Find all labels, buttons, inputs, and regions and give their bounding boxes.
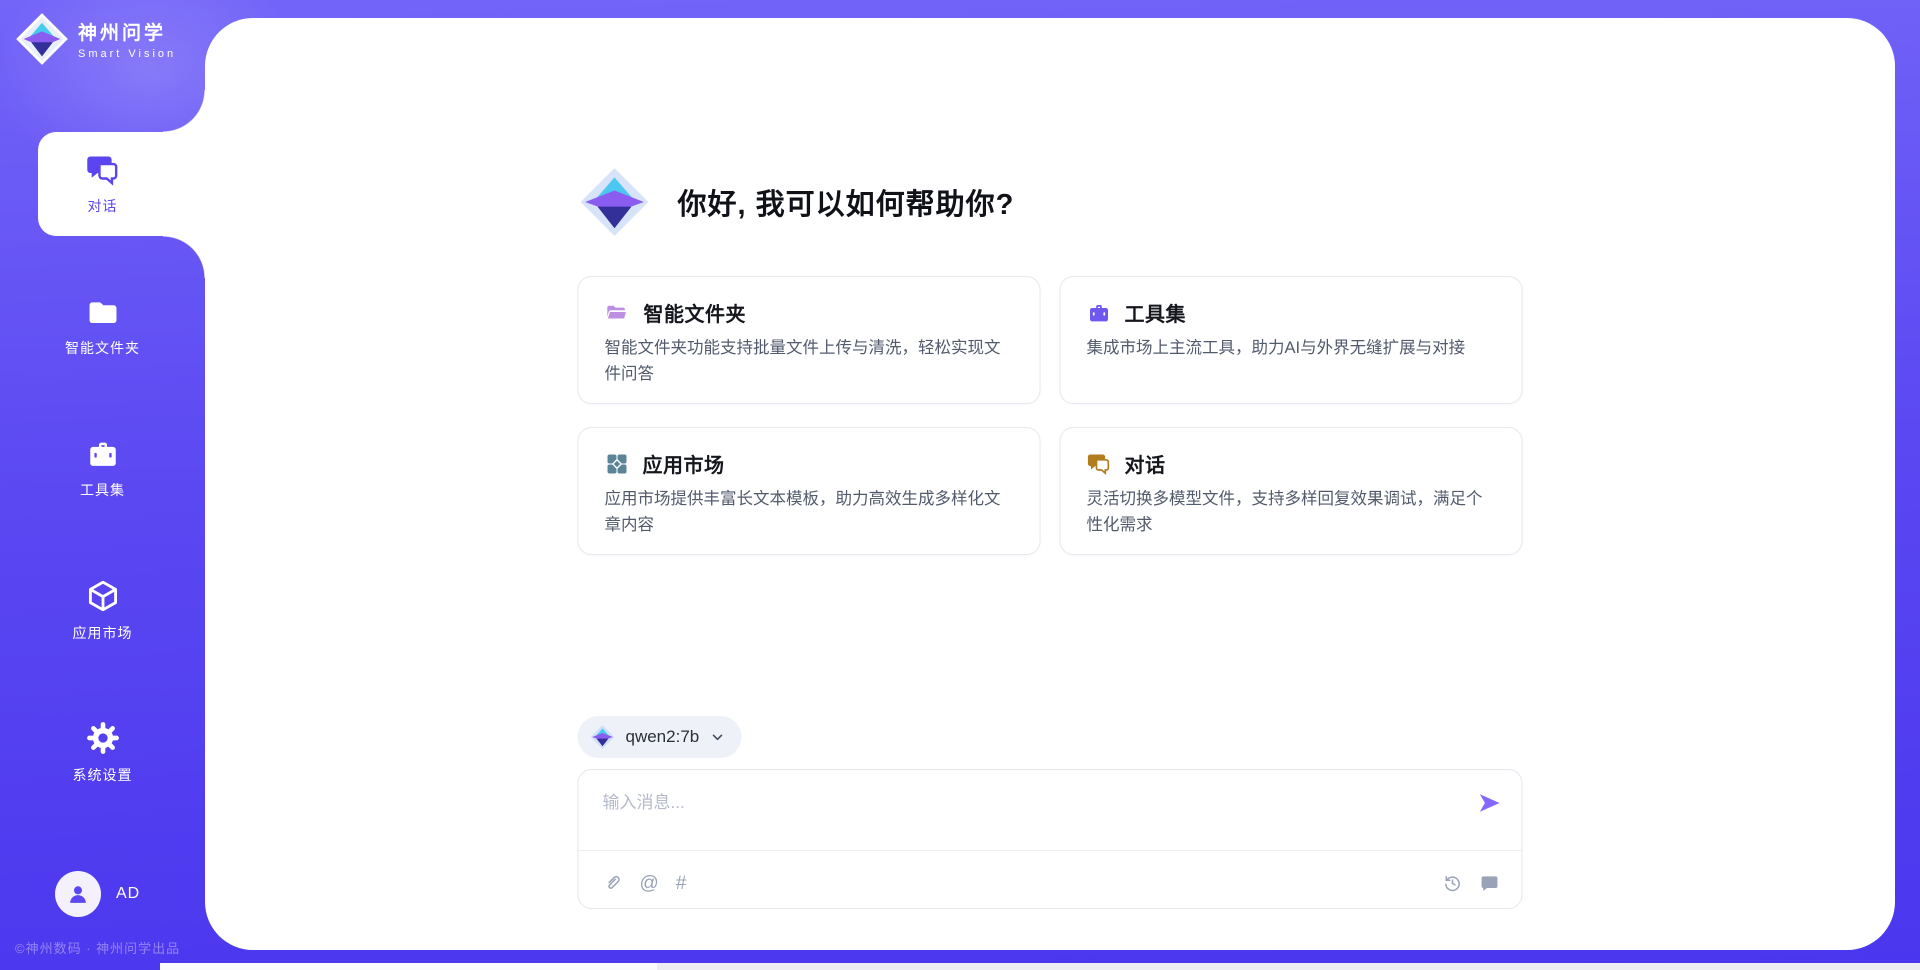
sidebar-item-label: 对话 [88, 196, 118, 216]
gear-icon [85, 720, 121, 756]
greeting-text: 你好, 我可以如何帮助你? [678, 181, 1015, 223]
user-initials: AD [116, 885, 140, 903]
chevron-down-icon [709, 729, 725, 745]
card-title: 工具集 [1125, 298, 1187, 327]
model-selector[interactable]: qwen2:7b [578, 716, 742, 758]
brand-subtitle: Smart Vision [78, 48, 176, 60]
brand-logo-icon [16, 13, 68, 65]
card-title: 应用市场 [643, 449, 725, 478]
brand-name: 神州问学 [78, 18, 176, 45]
composer-toolbar: @ # [603, 873, 1500, 893]
user-profile[interactable]: AD [55, 871, 140, 917]
sidebar-item-label: 工具集 [80, 480, 125, 500]
copyright-footer: ©神州数码 · 神州问学出品 [15, 938, 180, 957]
card-toolset[interactable]: 工具集 集成市场上主流工具，助力AI与外界无缝扩展与对接 [1060, 276, 1523, 404]
sidebar-item-smart-folder[interactable]: 智能文件夹 [0, 274, 205, 378]
cube-grid-icon [605, 452, 630, 476]
sidebar-item-label: 系统设置 [73, 765, 133, 785]
sidebar-nav: 对话 智能文件夹 工具集 应用市场 [0, 132, 205, 842]
mention-button[interactable]: @ [640, 874, 659, 893]
history-button[interactable] [1443, 873, 1463, 893]
sidebar-item-chat[interactable]: 对话 [0, 132, 205, 236]
sidebar-item-label: 智能文件夹 [65, 338, 140, 358]
history-icon [1443, 873, 1463, 893]
card-chat[interactable]: 对话 灵活切换多模型文件，支持多样回复效果调试，满足个性化需求 [1060, 427, 1523, 555]
hashtag-button[interactable]: # [676, 874, 687, 893]
sidebar-item-settings[interactable]: 系统设置 [0, 700, 205, 804]
chat-icon [86, 153, 120, 187]
folder-icon [85, 295, 121, 329]
greeting: 你好, 我可以如何帮助你? [578, 165, 1015, 239]
card-title: 智能文件夹 [644, 298, 747, 327]
card-app-market[interactable]: 应用市场 应用市场提供丰富长文本模板，助力高效生成多样化文章内容 [578, 427, 1041, 555]
composer-divider [579, 850, 1522, 851]
send-button[interactable] [1478, 792, 1502, 817]
main-panel: 你好, 我可以如何帮助你? 智能文件夹 智能文件夹功能支持批量文件上传与清洗，轻… [205, 18, 1895, 950]
model-name: qwen2:7b [626, 727, 700, 747]
card-description: 集成市场上主流工具，助力AI与外界无缝扩展与对接 [1087, 336, 1496, 362]
attach-file-button[interactable] [603, 873, 623, 893]
message-input[interactable] [603, 788, 1443, 846]
avatar [55, 871, 101, 917]
sidebar-item-label: 应用市场 [73, 623, 133, 643]
card-description: 智能文件夹功能支持批量文件上传与清洗，轻松实现文件问答 [605, 336, 1014, 387]
active-tab-background [38, 132, 205, 236]
paperclip-icon [603, 873, 623, 893]
toolbox-icon [1087, 301, 1112, 325]
card-description: 应用市场提供丰富长文本模板，助力高效生成多样化文章内容 [605, 487, 1014, 538]
toolbox-icon [85, 437, 121, 471]
feature-cards: 智能文件夹 智能文件夹功能支持批量文件上传与清洗，轻松实现文件问答 工具集 集成… [578, 276, 1523, 555]
tab-connector-top [163, 90, 205, 132]
model-logo-icon [590, 724, 616, 750]
sidebar: 神州问学 Smart Vision 对话 智能文件夹 [0, 0, 205, 970]
message-composer: @ # [578, 769, 1523, 909]
person-icon [65, 881, 91, 907]
comment-icon [1480, 873, 1500, 893]
sidebar-item-toolset[interactable]: 工具集 [0, 416, 205, 520]
send-icon [1478, 792, 1502, 814]
horizontal-scrollbar[interactable] [160, 963, 1920, 970]
card-title: 对话 [1125, 449, 1166, 478]
brand: 神州问学 Smart Vision [16, 13, 176, 65]
chat-bubbles-icon [1087, 452, 1112, 476]
scrollbar-thumb[interactable] [160, 963, 657, 970]
open-folder-icon [605, 301, 631, 325]
card-smart-folder[interactable]: 智能文件夹 智能文件夹功能支持批量文件上传与清洗，轻松实现文件问答 [578, 276, 1041, 404]
card-description: 灵活切换多模型文件，支持多样回复效果调试，满足个性化需求 [1087, 487, 1496, 538]
cube-icon [84, 578, 122, 614]
assistant-logo-icon [578, 165, 652, 239]
sidebar-item-app-market[interactable]: 应用市场 [0, 558, 205, 662]
feedback-button[interactable] [1480, 873, 1500, 893]
tab-connector-bottom [163, 236, 205, 278]
